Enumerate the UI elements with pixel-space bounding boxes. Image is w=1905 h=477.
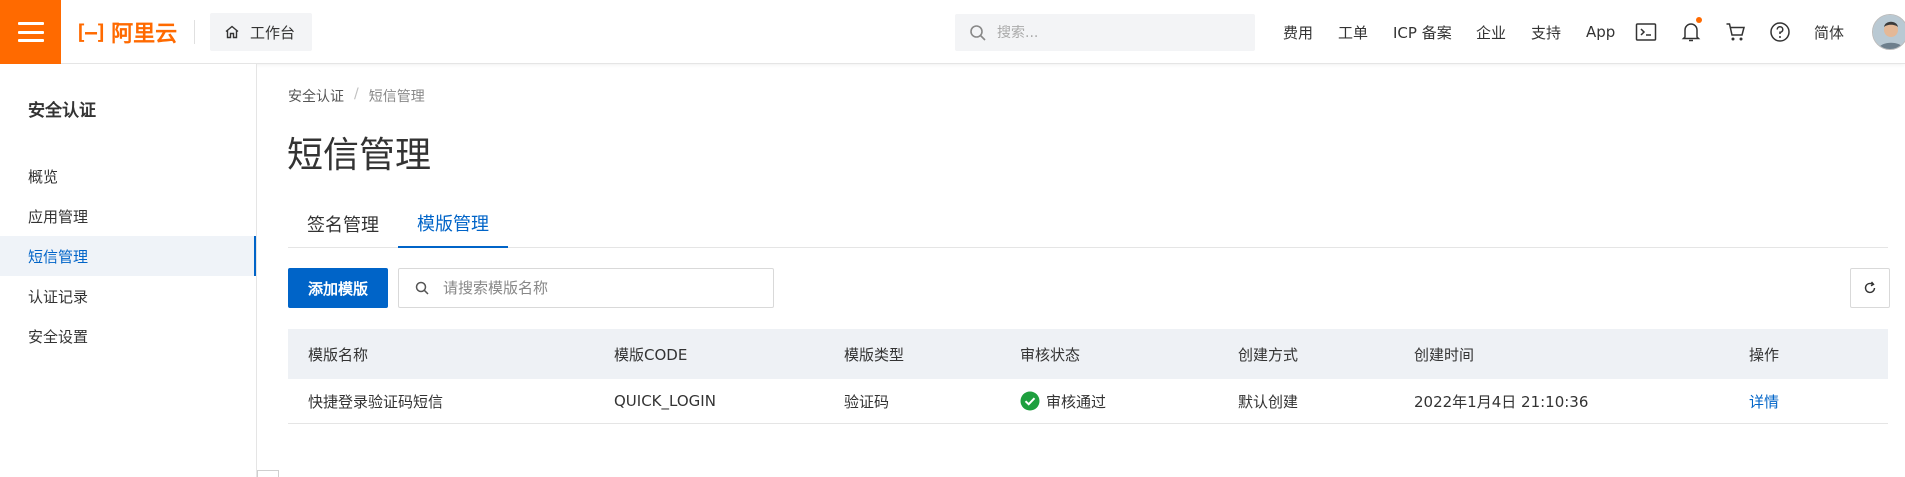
cell-template-type: 验证码 [844, 392, 890, 411]
template-search[interactable] [398, 268, 774, 308]
sidebar-item-sms-management[interactable]: 短信管理 [0, 236, 256, 276]
refresh-icon [1864, 281, 1876, 294]
tab-signature-management[interactable]: 签名管理 [288, 200, 398, 248]
column-header-status: 审核状态 [1020, 345, 1081, 364]
sidebar-collapse-handle[interactable] [257, 470, 279, 477]
breadcrumb-separator: / [354, 86, 359, 102]
global-search[interactable] [955, 14, 1255, 51]
search-icon [415, 281, 429, 295]
help-icon[interactable] [1768, 20, 1792, 44]
status-badge: 审核通过 [1020, 379, 1106, 423]
nav-enterprise[interactable]: 企业 [1476, 0, 1506, 64]
column-header-method: 创建方式 [1238, 345, 1299, 364]
user-avatar[interactable] [1872, 14, 1905, 50]
tab-template-management[interactable]: 模版管理 [398, 200, 508, 248]
template-search-input[interactable] [443, 279, 743, 297]
search-icon [970, 24, 986, 41]
check-circle-icon [1020, 391, 1040, 411]
menu-button[interactable] [0, 0, 61, 64]
sidebar-item-auth-records[interactable]: 认证记录 [0, 276, 256, 316]
workbench-button[interactable]: 工作台 [210, 13, 312, 51]
breadcrumb-root[interactable]: 安全认证 [288, 86, 344, 106]
sidebar-item-app-management[interactable]: 应用管理 [0, 196, 256, 236]
language-switch[interactable]: 简体 [1814, 0, 1844, 64]
status-text: 审核通过 [1046, 392, 1107, 411]
workbench-label: 工作台 [250, 23, 296, 42]
table-header: 模版名称 模版CODE 模版类型 审核状态 创建方式 创建时间 操作 [288, 329, 1888, 379]
column-header-code: 模版CODE [614, 345, 688, 364]
table-row: 快捷登录验证码短信 QUICK_LOGIN 验证码 审核通过 默认创建 2022… [288, 379, 1888, 424]
nav-tickets[interactable]: 工单 [1338, 0, 1368, 64]
nav-icp[interactable]: ICP 备案 [1393, 0, 1452, 64]
sidebar-title: 安全认证 [28, 101, 96, 121]
column-header-name: 模版名称 [308, 345, 369, 364]
column-header-created: 创建时间 [1414, 345, 1475, 364]
refresh-button[interactable] [1850, 268, 1890, 308]
cell-create-method: 默认创建 [1238, 392, 1299, 411]
hamburger-icon [17, 22, 44, 42]
nav-fees[interactable]: 费用 [1283, 0, 1313, 64]
breadcrumb: 安全认证 / 短信管理 [288, 86, 425, 106]
global-search-input[interactable] [997, 24, 1237, 41]
home-icon [225, 25, 239, 39]
detail-link[interactable]: 详情 [1749, 391, 1779, 412]
cart-icon[interactable] [1724, 20, 1748, 44]
nav-app[interactable]: App [1586, 0, 1615, 64]
sidebar-item-overview[interactable]: 概览 [0, 156, 256, 196]
sidebar-item-security-settings[interactable]: 安全设置 [0, 316, 256, 356]
logo-mark-icon: [–] [75, 20, 107, 44]
breadcrumb-current: 短信管理 [368, 89, 425, 105]
cell-action: 详情 [1749, 379, 1779, 423]
cell-template-code: QUICK_LOGIN [614, 392, 716, 410]
cell-template-name: 快捷登录验证码短信 [308, 392, 444, 411]
page-title: 短信管理 [287, 135, 432, 176]
bell-icon[interactable] [1679, 17, 1703, 44]
brand-logo[interactable]: [–] 阿里云 [75, 14, 177, 50]
column-header-action: 操作 [1749, 345, 1780, 364]
cell-created-time: 2022年1月4日 21:10:36 [1414, 392, 1589, 411]
add-template-button[interactable]: 添加模版 [288, 268, 388, 308]
column-header-type: 模版类型 [844, 345, 905, 364]
notification-dot [1696, 17, 1702, 23]
brand-name: 阿里云 [111, 22, 178, 47]
terminal-icon[interactable] [1634, 20, 1658, 44]
top-navigation-bar: [–] 阿里云 工作台 费用 工单 ICP 备案 企业 支持 App 简体 [0, 0, 1905, 64]
template-table: 模版名称 模版CODE 模版类型 审核状态 创建方式 创建时间 操作 快捷登录验… [288, 329, 1888, 424]
tab-bar: 签名管理 模版管理 [288, 200, 1888, 248]
divider [194, 20, 195, 44]
nav-support[interactable]: 支持 [1531, 0, 1561, 64]
sidebar: 安全认证 概览 应用管理 短信管理 认证记录 安全设置 [0, 64, 257, 477]
